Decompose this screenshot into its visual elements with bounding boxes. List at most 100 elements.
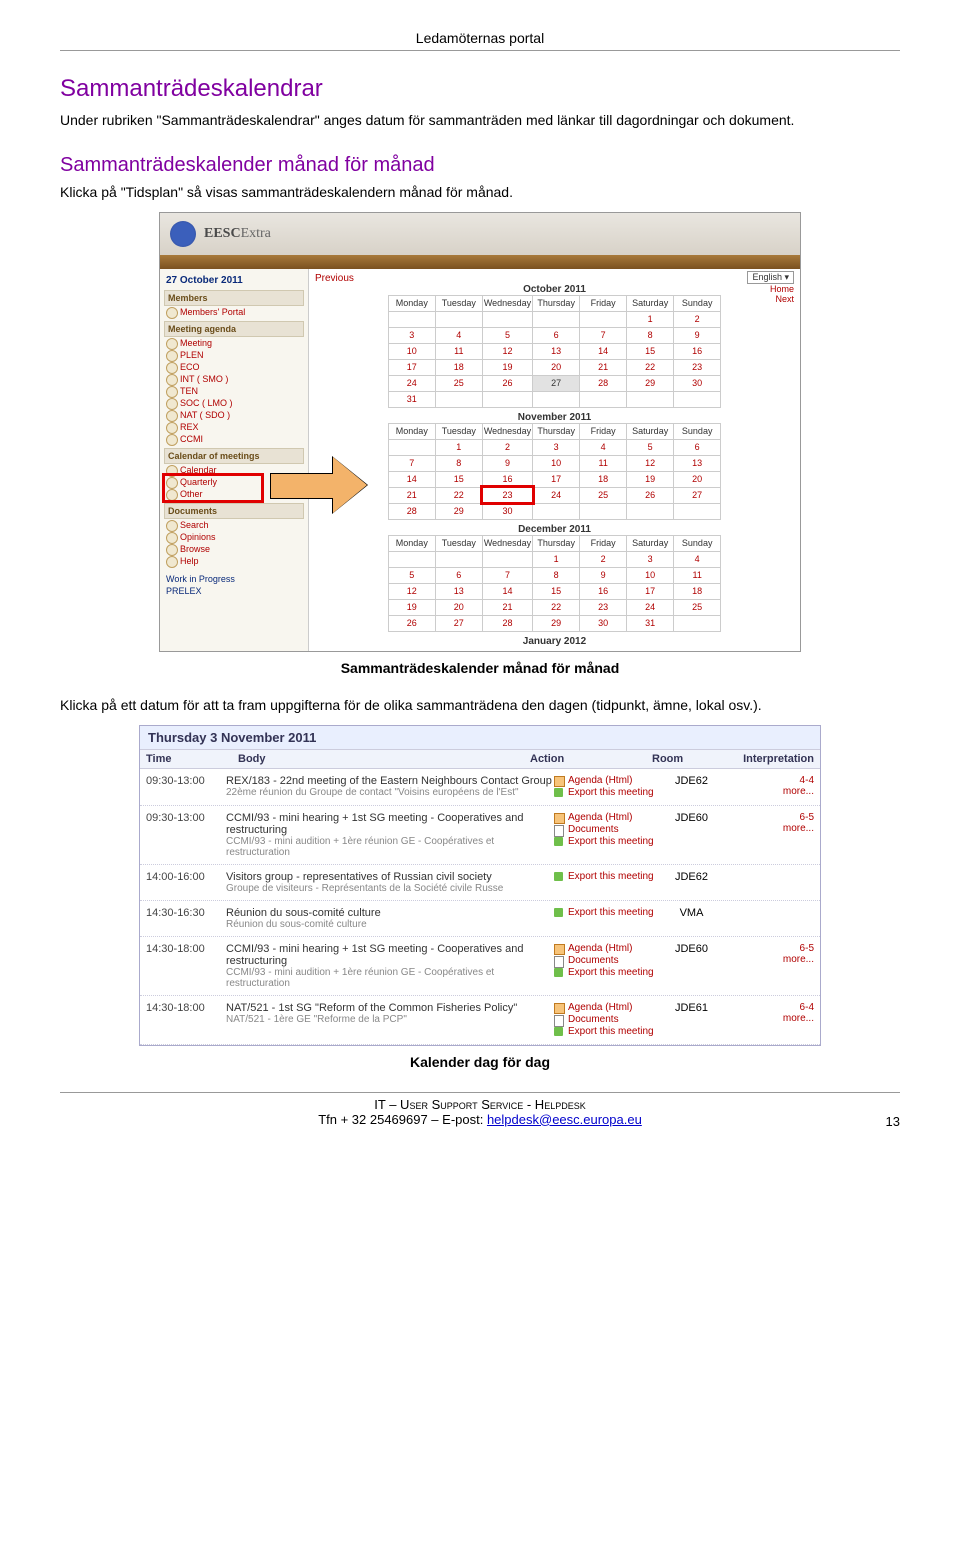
calendar-day[interactable] [482,551,532,567]
calendar-day[interactable]: 6 [533,327,580,343]
calendar-day[interactable]: 28 [580,375,627,391]
language-select[interactable]: English ▾ [747,271,794,284]
action-export[interactable]: Export this meeting [554,967,664,978]
calendar-day[interactable]: 16 [674,343,721,359]
calendar-day[interactable]: 25 [674,599,721,615]
calendar-day[interactable]: 19 [482,359,532,375]
calendar-day[interactable]: 7 [482,567,532,583]
sidebar-item[interactable]: ECO [164,361,304,373]
calendar-day[interactable]: 17 [627,583,674,599]
calendar-day[interactable]: 22 [533,599,580,615]
calendar-day[interactable]: 12 [482,343,532,359]
calendar-day[interactable] [533,311,580,327]
calendar-day[interactable]: 29 [627,375,674,391]
sidebar-item[interactable]: SOC ( LMO ) [164,397,304,409]
calendar-day[interactable] [580,391,627,407]
calendar-day[interactable]: 9 [482,455,532,471]
calendar-day[interactable]: 2 [674,311,721,327]
calendar-day[interactable] [388,311,435,327]
sidebar-item[interactable]: Search [164,519,304,531]
more-link[interactable]: more... [783,786,814,797]
sidebar-item[interactable]: Help [164,555,304,567]
calendar-day[interactable]: 11 [580,455,627,471]
calendar-day[interactable]: 18 [674,583,721,599]
calendar-day[interactable]: 11 [435,343,482,359]
calendar-day[interactable]: 18 [435,359,482,375]
calendar-day[interactable]: 7 [580,327,627,343]
sidebar-item[interactable]: REX [164,421,304,433]
calendar-day[interactable]: 21 [388,487,435,503]
next-month-label[interactable]: January 2012 [375,636,735,647]
calendar-day[interactable]: 13 [435,583,482,599]
calendar-day[interactable]: 15 [627,343,674,359]
calendar-day[interactable]: 25 [580,487,627,503]
calendar-day[interactable]: 19 [388,599,435,615]
calendar-day[interactable]: 21 [482,599,532,615]
calendar-day[interactable]: 27 [435,615,482,631]
sidebar-item[interactable]: CCMI [164,433,304,445]
calendar-day[interactable] [674,391,721,407]
calendar-day[interactable]: 20 [533,359,580,375]
calendar-day[interactable]: 31 [388,391,435,407]
calendar-day[interactable]: 9 [674,327,721,343]
calendar-day[interactable]: 9 [580,567,627,583]
calendar-day[interactable]: 24 [627,599,674,615]
calendar-day[interactable]: 28 [482,615,532,631]
action-documents[interactable]: Documents [554,824,664,835]
calendar-day[interactable]: 8 [435,455,482,471]
action-export[interactable]: Export this meeting [554,787,664,798]
nav-previous[interactable]: Previous [315,273,794,284]
calendar-day[interactable]: 8 [627,327,674,343]
calendar-day[interactable]: 10 [533,455,580,471]
calendar-day[interactable] [435,551,482,567]
calendar-day[interactable]: 10 [388,343,435,359]
calendar-day[interactable]: 30 [580,615,627,631]
action-agenda[interactable]: Agenda (Html) [554,775,664,786]
calendar-day[interactable]: 27 [533,375,580,391]
action-agenda[interactable]: Agenda (Html) [554,812,664,823]
calendar-day[interactable] [388,439,435,455]
sidebar-item[interactable]: PLEN [164,349,304,361]
calendar-day[interactable]: 24 [388,375,435,391]
calendar-day[interactable]: 3 [388,327,435,343]
calendar-day[interactable]: 27 [674,487,721,503]
calendar-day[interactable]: 29 [435,503,482,519]
calendar-day[interactable] [580,311,627,327]
calendar-day[interactable]: 8 [533,567,580,583]
calendar-day[interactable]: 7 [388,455,435,471]
calendar-day[interactable]: 31 [627,615,674,631]
sidebar-item[interactable]: Opinions [164,531,304,543]
sidebar-item[interactable]: INT ( SMO ) [164,373,304,385]
more-link[interactable]: more... [783,1013,814,1024]
calendar-day[interactable]: 5 [627,439,674,455]
action-export[interactable]: Export this meeting [554,871,664,882]
calendar-day[interactable]: 26 [482,375,532,391]
calendar-day[interactable]: 23 [674,359,721,375]
calendar-day[interactable]: 3 [533,439,580,455]
calendar-day[interactable] [482,391,532,407]
calendar-day[interactable]: 5 [482,327,532,343]
calendar-day[interactable]: 11 [674,567,721,583]
action-agenda[interactable]: Agenda (Html) [554,1002,664,1013]
calendar-day[interactable]: 14 [482,583,532,599]
calendar-day[interactable]: 13 [533,343,580,359]
calendar-day[interactable]: 21 [580,359,627,375]
calendar-day[interactable]: 14 [388,471,435,487]
sidebar-item[interactable]: Members' Portal [164,306,304,318]
calendar-day[interactable]: 18 [580,471,627,487]
calendar-day[interactable]: 26 [627,487,674,503]
calendar-day[interactable] [533,503,580,519]
calendar-day[interactable]: 4 [580,439,627,455]
calendar-day[interactable]: 5 [388,567,435,583]
calendar-day[interactable] [435,311,482,327]
calendar-day[interactable] [627,391,674,407]
sidebar-item[interactable]: Meeting [164,337,304,349]
calendar-day[interactable]: 2 [482,439,532,455]
sidebar-item[interactable]: NAT ( SDO ) [164,409,304,421]
action-documents[interactable]: Documents [554,1014,664,1025]
nav-next[interactable]: Next [775,294,794,304]
calendar-day[interactable]: 28 [388,503,435,519]
calendar-day[interactable] [580,503,627,519]
sidebar-item[interactable]: TEN [164,385,304,397]
calendar-day[interactable]: 22 [627,359,674,375]
